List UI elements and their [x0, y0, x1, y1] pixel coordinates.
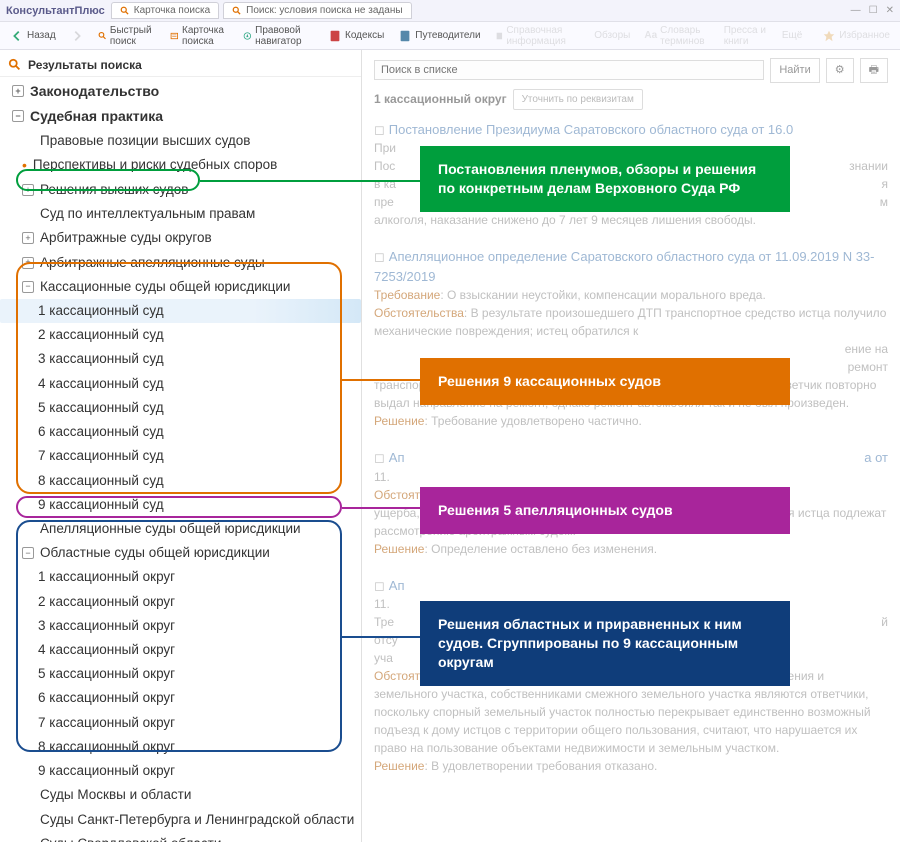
tree-kass-1[interactable]: 1 кассационный суд	[0, 299, 361, 323]
tree-okrug-4[interactable]: 4 кассационный округ	[0, 638, 361, 662]
forward-button[interactable]	[66, 27, 88, 45]
dictionary-button[interactable]: AaСловарь терминов	[640, 23, 713, 49]
tree-kass-2[interactable]: 2 кассационный суд	[0, 323, 361, 347]
codex-button[interactable]: Кодексы	[324, 27, 388, 45]
tree-okrug-3[interactable]: 3 кассационный округ	[0, 614, 361, 638]
quick-search-button[interactable]: Быстрый поиск	[94, 23, 161, 49]
tree-appeal-general[interactable]: Апелляционные суды общей юрисдикции	[0, 517, 361, 541]
collapse-icon[interactable]: −	[22, 547, 34, 559]
back-button[interactable]: Назад	[6, 27, 60, 45]
tree-okrug-8[interactable]: 8 кассационный округ	[0, 735, 361, 759]
callout-orange: Решения 9 кассационных судов	[420, 358, 790, 405]
callout-blue: Решения областных и приравненных к ним с…	[420, 601, 790, 686]
tree-sverdlovsk[interactable]: Суды Свердловской области	[0, 832, 361, 842]
ref-info-button[interactable]: Справочная информация	[491, 23, 585, 49]
tree-okrug-6[interactable]: 6 кассационный округ	[0, 686, 361, 710]
maximize-button[interactable]: ☐	[869, 5, 878, 16]
tree-spb[interactable]: Суды Санкт-Петербурга и Ленинградской об…	[0, 808, 361, 832]
tree-okrug-9[interactable]: 9 кассационный округ	[0, 759, 361, 783]
tree-kass-4[interactable]: 4 кассационный суд	[0, 372, 361, 396]
bullet-icon: •	[22, 156, 27, 175]
tree-kass-6[interactable]: 6 кассационный суд	[0, 420, 361, 444]
tree-kass-9[interactable]: 9 кассационный суд	[0, 493, 361, 517]
tree-court-practice[interactable]: −Судебная практика	[0, 104, 361, 129]
navigator-button[interactable]: Правовой навигатор	[239, 23, 318, 49]
tree: +Законодательство −Судебная практика Пра…	[0, 77, 361, 842]
search-icon	[120, 6, 130, 16]
card-icon	[170, 29, 179, 43]
breadcrumb: 1 кассационный округ	[374, 90, 507, 108]
results-header: Результаты поиска	[0, 54, 361, 77]
tree-high-courts[interactable]: +Решения высших судов	[0, 178, 361, 202]
tree-kass-general[interactable]: −Кассационные суды общей юрисдикции	[0, 275, 361, 299]
results-header-label: Результаты поиска	[28, 58, 142, 72]
tree-ip-court[interactable]: Суд по интеллектуальным правам	[0, 202, 361, 226]
tab-search-empty[interactable]: Поиск: условия поиска не заданы	[223, 2, 411, 19]
doc-icon	[495, 29, 504, 43]
forward-icon	[70, 29, 84, 43]
more-button[interactable]: Ещё	[778, 28, 806, 43]
tree-kass-8[interactable]: 8 кассационный суд	[0, 469, 361, 493]
tree-positions[interactable]: Правовые позиции высших судов	[0, 129, 361, 153]
tree-kass-7[interactable]: 7 кассационный суд	[0, 444, 361, 468]
compass-icon	[243, 29, 252, 43]
clarify-button[interactable]: Уточнить по реквизитам	[513, 89, 643, 110]
tree-okrug-5[interactable]: 5 кассационный округ	[0, 662, 361, 686]
tree-okrug-1[interactable]: 1 кассационный округ	[0, 565, 361, 589]
window-controls: — ☐ ✕	[851, 5, 894, 16]
content-search-input[interactable]	[374, 60, 764, 80]
app-logo: КонсультантПлюс	[6, 5, 105, 17]
find-button[interactable]: Найти	[770, 58, 819, 83]
reviews-button[interactable]: Обзоры	[590, 28, 634, 43]
tree-okrug-7[interactable]: 7 кассационный округ	[0, 711, 361, 735]
search-icon	[232, 6, 242, 16]
search-icon	[98, 29, 107, 43]
expand-icon[interactable]: +	[22, 184, 34, 196]
close-button[interactable]: ✕	[886, 5, 894, 16]
card-search-button[interactable]: Карточка поиска	[166, 23, 233, 49]
print-button[interactable]: 🖶	[860, 58, 888, 83]
expand-icon[interactable]: +	[12, 85, 24, 97]
collapse-icon[interactable]: −	[22, 281, 34, 293]
tree-legislation[interactable]: +Законодательство	[0, 79, 361, 104]
guide-icon	[398, 29, 412, 43]
tree-okrug-2[interactable]: 2 кассационный округ	[0, 590, 361, 614]
toolbar: Назад Быстрый поиск Карточка поиска Прав…	[0, 22, 900, 50]
tree-obl-general[interactable]: −Областные суды общей юрисдикции	[0, 541, 361, 565]
collapse-icon[interactable]: −	[12, 110, 24, 122]
callout-purple: Решения 5 апелляционных судов	[420, 487, 790, 534]
tab-label: Карточка поиска	[134, 5, 210, 16]
titlebar: КонсультантПлюс Карточка поиска Поиск: у…	[0, 0, 900, 22]
content-search-row: Найти ⚙ 🖶	[374, 58, 888, 83]
book-icon	[328, 29, 342, 43]
tree-arb-okrug[interactable]: +Арбитражные суды округов	[0, 226, 361, 250]
search-icon	[8, 58, 22, 72]
tool-button[interactable]: ⚙	[826, 58, 854, 83]
star-icon	[822, 29, 836, 43]
tree-moscow[interactable]: Суды Москвы и области	[0, 783, 361, 807]
tab-label: Поиск: условия поиска не заданы	[246, 5, 402, 16]
press-button[interactable]: Пресса и книги	[720, 23, 772, 49]
sidebar: Результаты поиска +Законодательство −Суд…	[0, 50, 362, 842]
tree-kass-5[interactable]: 5 кассационный суд	[0, 396, 361, 420]
tree-arb-appeal[interactable]: +Арбитражные апелляционные суды	[0, 251, 361, 275]
back-icon	[10, 29, 24, 43]
expand-icon[interactable]: +	[22, 257, 34, 269]
tab-card-search[interactable]: Карточка поиска	[111, 2, 219, 19]
expand-icon[interactable]: +	[22, 232, 34, 244]
guides-button[interactable]: Путеводители	[394, 27, 484, 45]
tree-kass-3[interactable]: 3 кассационный суд	[0, 347, 361, 371]
tree-perspectives[interactable]: •Перспективы и риски судебных споров	[0, 153, 361, 178]
callout-green: Постановления пленумов, обзоры и решения…	[420, 146, 790, 212]
minimize-button[interactable]: —	[851, 5, 861, 16]
favorites-button[interactable]: Избранное	[818, 27, 894, 45]
